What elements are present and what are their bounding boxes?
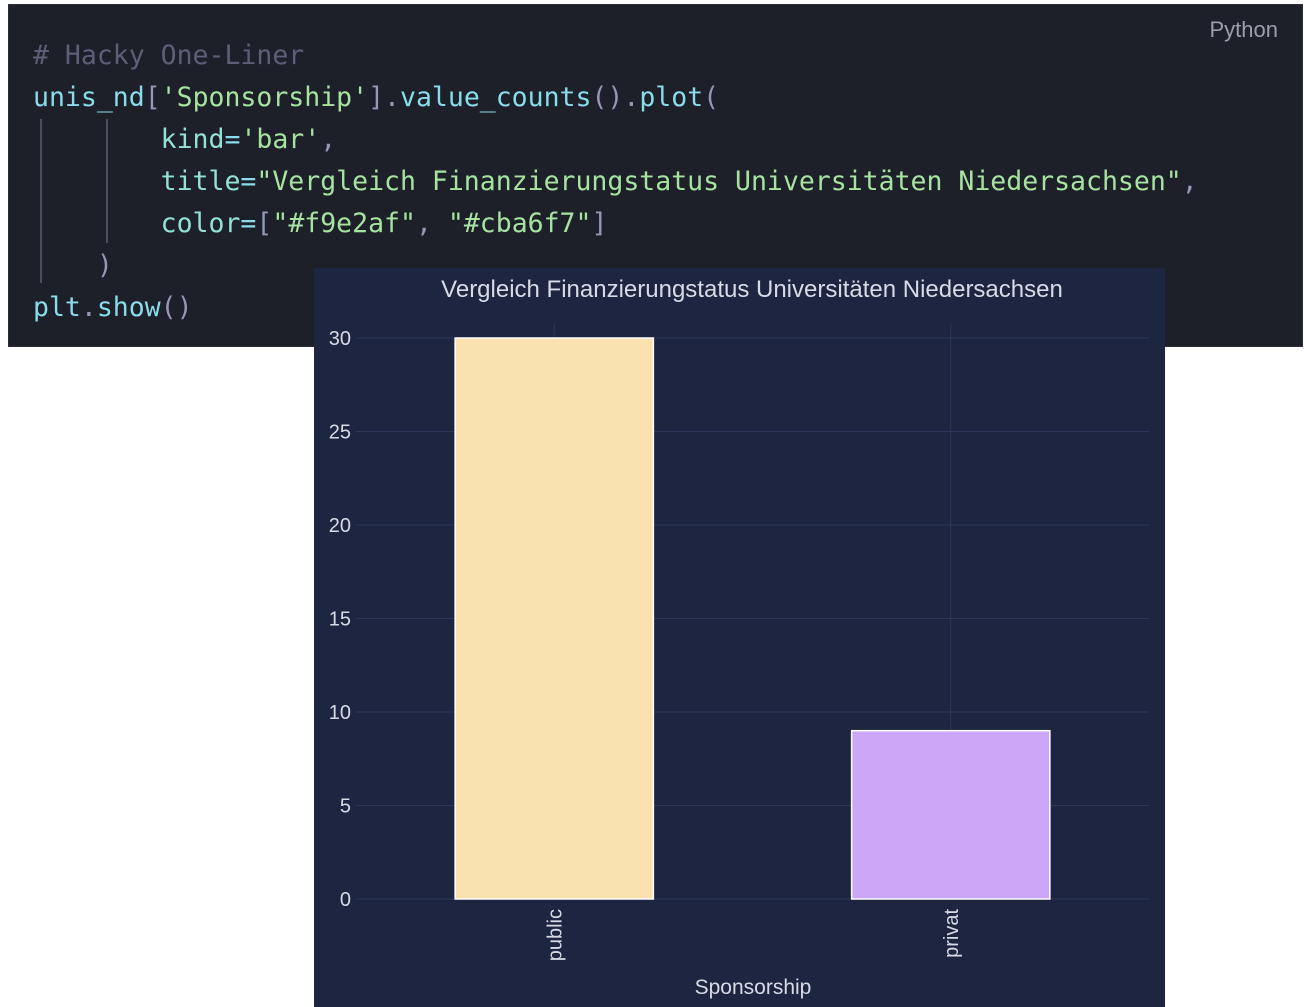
code-token: = — [224, 124, 241, 155]
chart-title: Vergleich Finanzierungstatus Universität… — [441, 276, 1063, 303]
y-tick-label: 30 — [329, 328, 351, 350]
code-token: value_counts — [400, 82, 592, 113]
code-token: = — [240, 208, 257, 239]
y-tick-label: 25 — [329, 422, 351, 444]
chart-figure: 0 5 10 15 20 25 30 public privat Vergleich Fina… — [314, 268, 1165, 1007]
code-token: , — [1181, 166, 1198, 197]
code-line: color=["#f9e2af", "#cba6f7"] — [33, 203, 1198, 245]
code-token: , — [415, 208, 448, 239]
x-axis-label: Sponsorship — [695, 976, 812, 999]
code-token: ) — [96, 250, 113, 281]
code-token: = — [240, 166, 257, 197]
code-token: ( — [703, 82, 720, 113]
code-token: "#f9e2af" — [272, 208, 416, 239]
code-token: (). — [591, 82, 640, 113]
code-token: color — [160, 208, 241, 239]
y-tick-label: 0 — [340, 889, 351, 911]
code-token: () — [160, 292, 193, 323]
code-line: kind='bar', — [33, 119, 1198, 161]
bar-privat — [850, 729, 1051, 900]
code-token: [ — [144, 82, 161, 113]
code-token: . — [80, 292, 97, 323]
code-token: # Hacky One-Liner — [33, 40, 305, 71]
code-token: ] — [591, 208, 608, 239]
y-tick-label: 20 — [329, 515, 351, 537]
code-token: "Vergleich Finanzierungstatus Universitä… — [256, 166, 1182, 197]
x-tick-label: privat — [941, 909, 963, 958]
page: Python # Hacky One-Liner unis_nd['Sponsor… — [0, 0, 1309, 1007]
language-label: Python — [1209, 17, 1279, 42]
y-tick-label: 10 — [329, 702, 351, 724]
code-token: "#cba6f7" — [447, 208, 592, 239]
code-token: unis_nd — [33, 82, 145, 113]
code-token: plot — [639, 82, 704, 113]
code-token: 'Sponsorship' — [160, 82, 369, 113]
code-token: ]. — [368, 82, 400, 113]
y-ticks: 0 5 10 15 20 25 30 — [329, 328, 351, 911]
code-token: , — [320, 124, 337, 155]
code-token: title — [160, 166, 241, 197]
code-line: # Hacky One-Liner — [33, 35, 1198, 77]
x-ticks: public privat — [544, 909, 963, 962]
code-token: 'bar' — [240, 124, 321, 155]
code-token: plt — [33, 292, 81, 323]
x-tick-label: public — [544, 909, 566, 961]
bar-public — [454, 337, 655, 900]
code-line: unis_nd['Sponsorship'].value_counts().pl… — [33, 77, 1198, 119]
y-tick-label: 5 — [340, 796, 351, 818]
y-tick-label: 15 — [329, 609, 351, 631]
code-token: show — [96, 292, 161, 323]
bar-chart: 0 5 10 15 20 25 30 public privat Vergleich Fina… — [329, 276, 1149, 999]
code-line: title="Vergleich Finanzierungstatus Univ… — [33, 161, 1198, 203]
code-token: [ — [256, 208, 273, 239]
code-token: kind — [160, 124, 225, 155]
